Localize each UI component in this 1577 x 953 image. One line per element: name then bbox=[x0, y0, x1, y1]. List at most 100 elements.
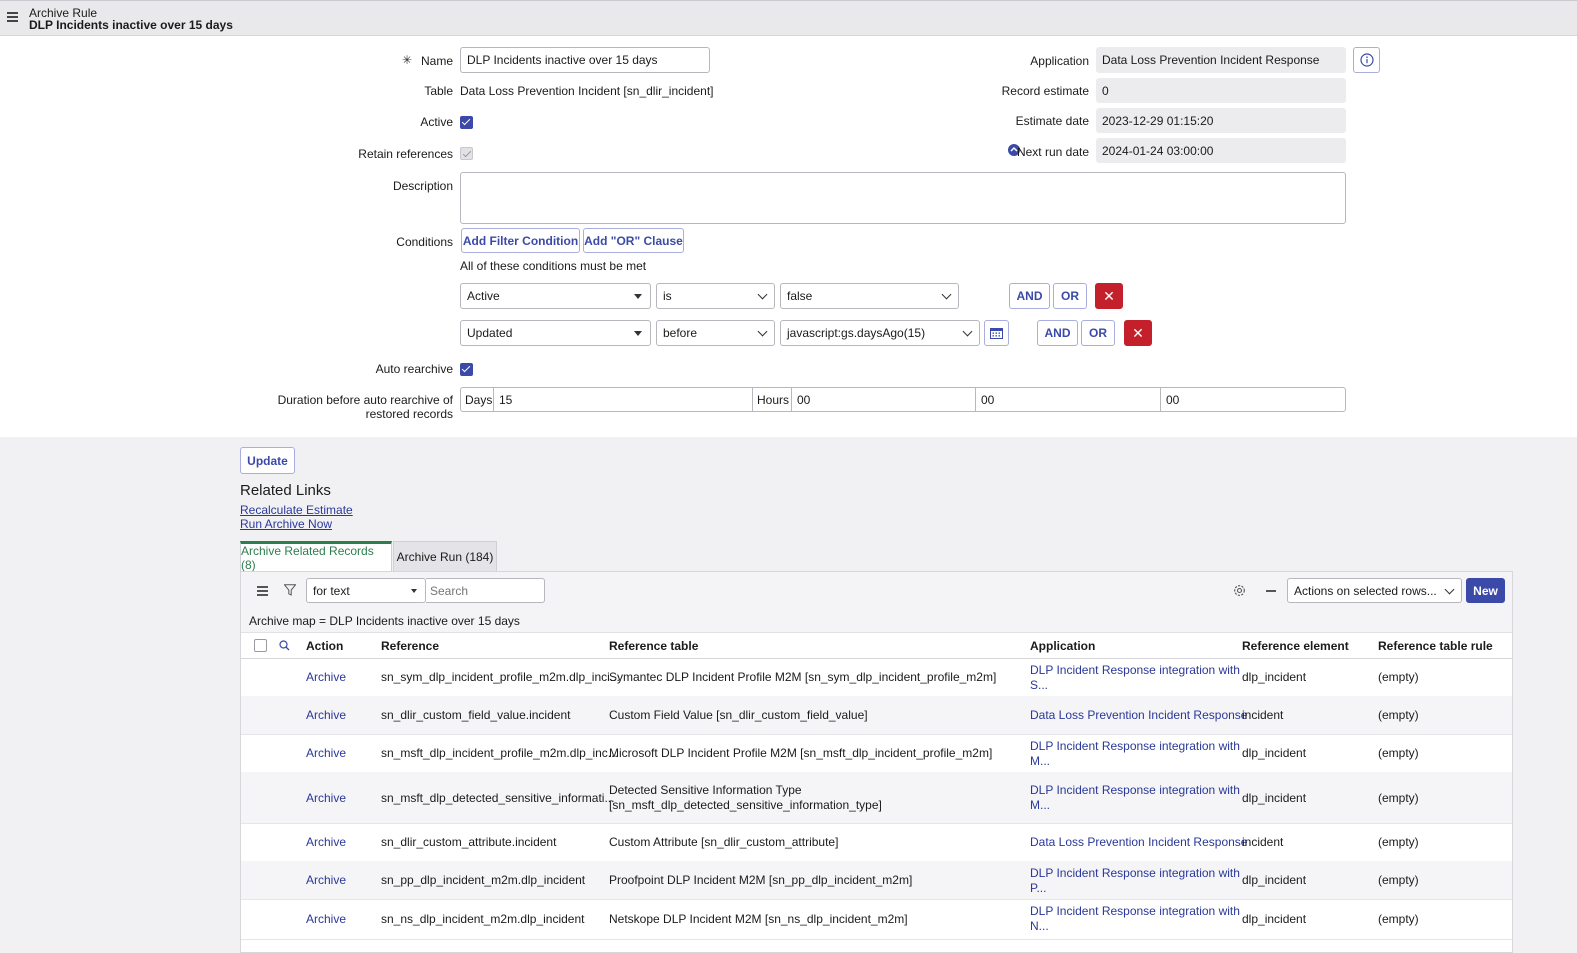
condition-field-select[interactable]: Active bbox=[460, 283, 651, 309]
caret-down-icon bbox=[634, 294, 642, 299]
related-links-title: Related Links bbox=[240, 482, 331, 499]
application-link-line2[interactable]: M... bbox=[1030, 798, 1050, 813]
name-label: Name bbox=[420, 54, 453, 68]
reference-table-rule-cell: (empty) bbox=[1378, 670, 1419, 684]
breadcrumb-text[interactable]: Archive map = DLP Incidents inactive ove… bbox=[249, 614, 520, 628]
column-header-reference-table[interactable]: Reference table bbox=[609, 639, 698, 653]
condition-operator-select[interactable]: before bbox=[656, 320, 775, 346]
column-header-reference-table-rule[interactable]: Reference table rule bbox=[1378, 639, 1493, 653]
action-link[interactable]: Archive bbox=[306, 791, 346, 806]
search-input[interactable] bbox=[426, 578, 545, 603]
run-archive-now-link[interactable]: Run Archive Now bbox=[240, 517, 332, 531]
and-button[interactable]: AND bbox=[1009, 283, 1050, 309]
action-link[interactable]: Archive bbox=[306, 873, 346, 888]
reference-table-cell: Custom Attribute [sn_dlir_custom_attribu… bbox=[609, 835, 839, 849]
reference-table-rule-cell: (empty) bbox=[1378, 873, 1419, 887]
condition-operator-select[interactable]: is bbox=[656, 283, 775, 309]
search-field-select[interactable]: for text bbox=[306, 578, 426, 603]
condition-value-select[interactable]: false bbox=[780, 283, 959, 309]
reference-element-cell: dlp_incident bbox=[1242, 873, 1307, 887]
application-link[interactable]: DLP Incident Response integration with bbox=[1030, 739, 1240, 754]
reference-element-cell: incident bbox=[1242, 835, 1284, 849]
calendar-button[interactable] bbox=[984, 320, 1009, 346]
related-list-panel: for text Actions on selected rows... New… bbox=[240, 571, 1513, 953]
actions-select-value: Actions on selected rows... bbox=[1294, 583, 1437, 598]
application-link[interactable]: DLP Incident Response integration with bbox=[1030, 783, 1240, 798]
application-link-line2[interactable]: M... bbox=[1030, 754, 1050, 769]
condition-value-value: javascript:gs.daysAgo(15) bbox=[787, 326, 926, 340]
estimate-date-field: 2023-12-29 01:15:20 bbox=[1096, 108, 1346, 133]
condition-value-select[interactable]: javascript:gs.daysAgo(15) bbox=[780, 320, 980, 346]
table-row: Archive sn_msft_dlp_incident_profile_m2m… bbox=[241, 734, 1512, 773]
gear-icon[interactable] bbox=[1233, 584, 1246, 597]
active-checkbox[interactable] bbox=[460, 116, 473, 129]
or-button[interactable]: OR bbox=[1081, 320, 1115, 346]
condition-value-value: false bbox=[787, 289, 813, 303]
action-link[interactable]: Archive bbox=[306, 708, 346, 723]
seconds-input[interactable]: 00 bbox=[1161, 388, 1344, 411]
name-field[interactable]: DLP Incidents inactive over 15 days bbox=[460, 47, 710, 73]
reference-table-rule-cell: (empty) bbox=[1378, 912, 1419, 926]
select-all-checkbox[interactable] bbox=[254, 639, 267, 652]
filter-icon[interactable] bbox=[284, 584, 296, 596]
column-header-application[interactable]: Application bbox=[1030, 639, 1095, 653]
reference-table-cell: Proofpoint DLP Incident M2M [sn_pp_dlp_i… bbox=[609, 873, 913, 887]
conditions-label: Conditions bbox=[396, 235, 453, 249]
info-icon bbox=[1359, 53, 1374, 67]
update-button[interactable]: Update bbox=[240, 447, 295, 474]
application-link[interactable]: DLP Incident Response integration with bbox=[1030, 904, 1240, 919]
record-name-title: DLP Incidents inactive over 15 days bbox=[29, 18, 233, 32]
condition-field-value: Updated bbox=[467, 326, 513, 340]
chevron-down-icon bbox=[962, 326, 973, 337]
auto-rearchive-checkbox[interactable] bbox=[460, 363, 473, 376]
application-link-line2[interactable]: N... bbox=[1030, 919, 1049, 934]
hamburger-menu-icon[interactable] bbox=[7, 12, 18, 22]
column-header-reference[interactable]: Reference bbox=[381, 639, 439, 653]
add-or-clause-button[interactable]: Add "OR" Clause bbox=[583, 228, 684, 253]
minutes-input[interactable]: 00 bbox=[976, 388, 1161, 411]
reference-table-cell: Microsoft DLP Incident Profile M2M [sn_m… bbox=[609, 746, 993, 760]
and-button[interactable]: AND bbox=[1037, 320, 1078, 346]
application-link[interactable]: Data Loss Prevention Incident Response bbox=[1030, 708, 1247, 723]
recalculate-estimate-link[interactable]: Recalculate Estimate bbox=[240, 503, 353, 517]
reference-table-cell: Detected Sensitive Information Type bbox=[609, 783, 802, 797]
column-header-reference-element[interactable]: Reference element bbox=[1242, 639, 1349, 653]
list-menu-icon[interactable] bbox=[257, 586, 268, 596]
actions-on-selected-rows-select[interactable]: Actions on selected rows... bbox=[1287, 578, 1462, 603]
application-link-line2[interactable]: S... bbox=[1030, 678, 1048, 693]
application-link[interactable]: DLP Incident Response integration with bbox=[1030, 663, 1240, 678]
hours-input[interactable]: 00 bbox=[792, 388, 976, 411]
tab-archive-run[interactable]: Archive Run (184) bbox=[393, 541, 497, 571]
record-estimate-label: Record estimate bbox=[1001, 84, 1089, 98]
remove-condition-button[interactable]: ✕ bbox=[1095, 283, 1123, 309]
action-link[interactable]: Archive bbox=[306, 835, 346, 850]
info-button[interactable] bbox=[1353, 47, 1380, 73]
next-run-date-field: 2024-01-24 03:00:00 bbox=[1096, 138, 1346, 163]
table-row: Archive sn_msft_dlp_detected_sensitive_i… bbox=[241, 772, 1512, 824]
chevron-down-icon bbox=[1444, 584, 1455, 594]
description-label: Description bbox=[392, 179, 453, 193]
reference-element-cell: incident bbox=[1242, 708, 1284, 722]
application-link[interactable]: Data Loss Prevention Incident Response bbox=[1030, 835, 1247, 850]
application-link-line2[interactable]: P... bbox=[1030, 881, 1046, 896]
remove-condition-button[interactable]: ✕ bbox=[1124, 320, 1152, 346]
action-link[interactable]: Archive bbox=[306, 912, 346, 927]
search-icon[interactable] bbox=[279, 640, 290, 651]
reference-cell: sn_dlir_custom_attribute.incident bbox=[381, 835, 557, 849]
new-button[interactable]: New bbox=[1466, 578, 1505, 603]
application-field: Data Loss Prevention Incident Response bbox=[1096, 47, 1346, 73]
collapse-icon[interactable] bbox=[1266, 590, 1276, 592]
tab-archive-related-records[interactable]: Archive Related Records (8) bbox=[240, 541, 392, 572]
action-link[interactable]: Archive bbox=[306, 670, 346, 685]
reference-table-cell: Netskope DLP Incident M2M [sn_ns_dlp_inc… bbox=[609, 912, 908, 926]
condition-field-select[interactable]: Updated bbox=[460, 320, 651, 346]
breadcrumb: Archive map = DLP Incidents inactive ove… bbox=[241, 609, 1512, 633]
days-input[interactable]: 15 bbox=[494, 388, 753, 411]
add-filter-condition-button[interactable]: Add Filter Condition bbox=[461, 228, 580, 253]
column-header-action[interactable]: Action bbox=[306, 639, 343, 653]
action-link[interactable]: Archive bbox=[306, 746, 346, 761]
description-textarea[interactable] bbox=[460, 172, 1346, 224]
or-button[interactable]: OR bbox=[1053, 283, 1087, 309]
application-link[interactable]: DLP Incident Response integration with bbox=[1030, 866, 1240, 881]
retain-references-label: Retain references bbox=[358, 147, 453, 161]
